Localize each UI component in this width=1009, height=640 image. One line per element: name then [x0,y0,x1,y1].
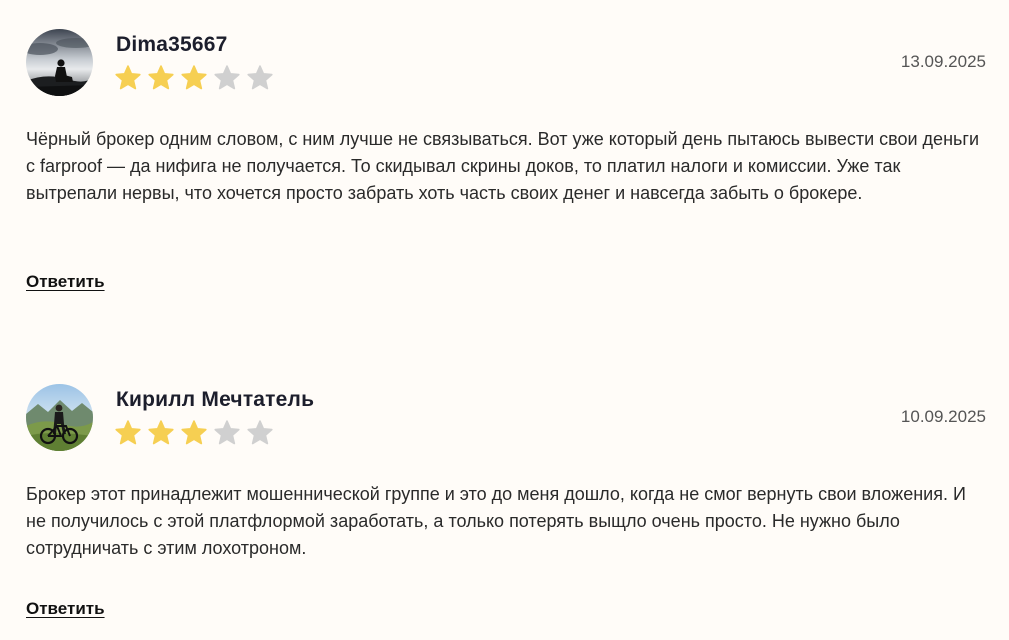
review-card: Кирилл Мечтатель 10.09.2025 Брокер этот … [0,355,1009,640]
review-date: 13.09.2025 [900,52,986,71]
star-filled-icon [181,420,207,445]
star-empty-icon [247,420,273,445]
review-author: Dima35667 [116,33,228,56]
user-avatar[interactable] [26,29,93,96]
star-empty-icon [247,65,273,90]
review-text: Чёрный брокер одним словом, с ним лучше … [26,129,980,203]
star-filled-icon [181,65,207,90]
user-avatar-bicycle-icon [26,384,93,451]
review-card: Dima35667 13.09.2025 Чёрный брокер одним… [0,0,1009,320]
reply-link[interactable]: Ответить [26,272,105,292]
star-empty-icon [214,420,240,445]
star-filled-icon [148,65,174,90]
star-filled-icon [115,65,141,90]
rating-stars [114,419,274,447]
rating-stars [114,64,274,92]
user-avatar-silhouette-icon [26,29,93,96]
star-filled-icon [115,420,141,445]
review-date: 10.09.2025 [900,407,986,426]
review-author: Кирилл Мечтатель [116,388,315,411]
user-avatar[interactable] [26,384,93,451]
reply-link[interactable]: Ответить [26,599,105,619]
star-filled-icon [148,420,174,445]
star-empty-icon [214,65,240,90]
review-text: Брокер этот принадлежит мошеннической гр… [26,484,966,558]
